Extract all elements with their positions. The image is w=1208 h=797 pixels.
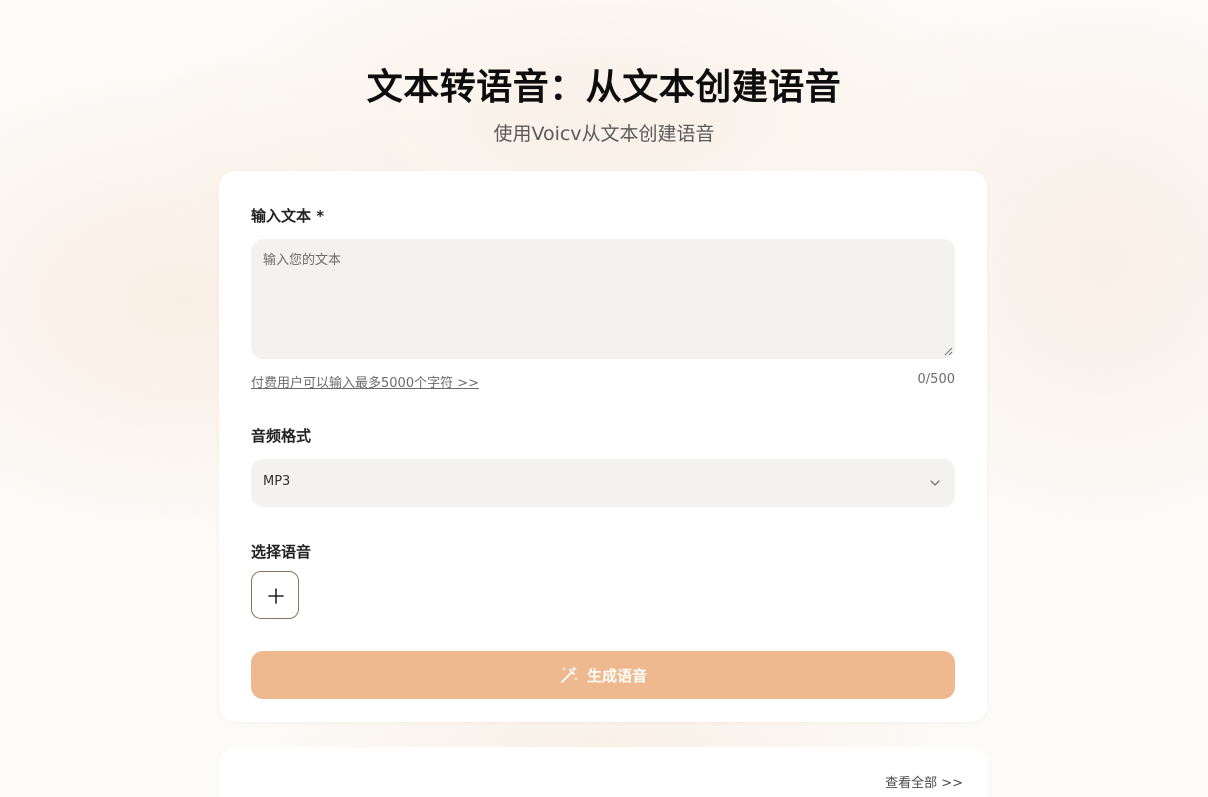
char-count: 0/500 — [917, 372, 955, 387]
page-subtitle: 使用Voicv从文本创建语音 — [493, 123, 715, 145]
history-card: 查看全部 >> — [219, 747, 987, 797]
generate-speech-button[interactable]: 生成语音 — [251, 651, 955, 699]
add-voice-button[interactable] — [251, 571, 299, 619]
plus-icon — [268, 588, 284, 604]
resize-grip-icon[interactable] — [944, 347, 953, 356]
chevron-down-icon — [930, 480, 940, 486]
magic-wand-icon — [561, 666, 578, 683]
audio-format-select[interactable]: MP3 — [251, 459, 955, 507]
select-voice-label: 选择语音 — [251, 543, 312, 561]
generate-speech-label: 生成语音 — [586, 666, 647, 685]
audio-format-value: MP3 — [263, 474, 291, 489]
upgrade-link[interactable]: 付费用户可以输入最多5000个字符 >> — [251, 372, 479, 391]
audio-format-label: 音频格式 — [251, 427, 312, 445]
tts-form-card: 输入文本 * 付费用户可以输入最多5000个字符 >> 0/500 音频格式 M… — [219, 171, 987, 722]
text-input-label: 输入文本 * — [251, 207, 325, 225]
page-title: 文本转语音：从文本创建语音 — [366, 67, 842, 108]
text-input[interactable] — [251, 239, 955, 359]
view-all-link[interactable]: 查看全部 >> — [885, 772, 963, 791]
